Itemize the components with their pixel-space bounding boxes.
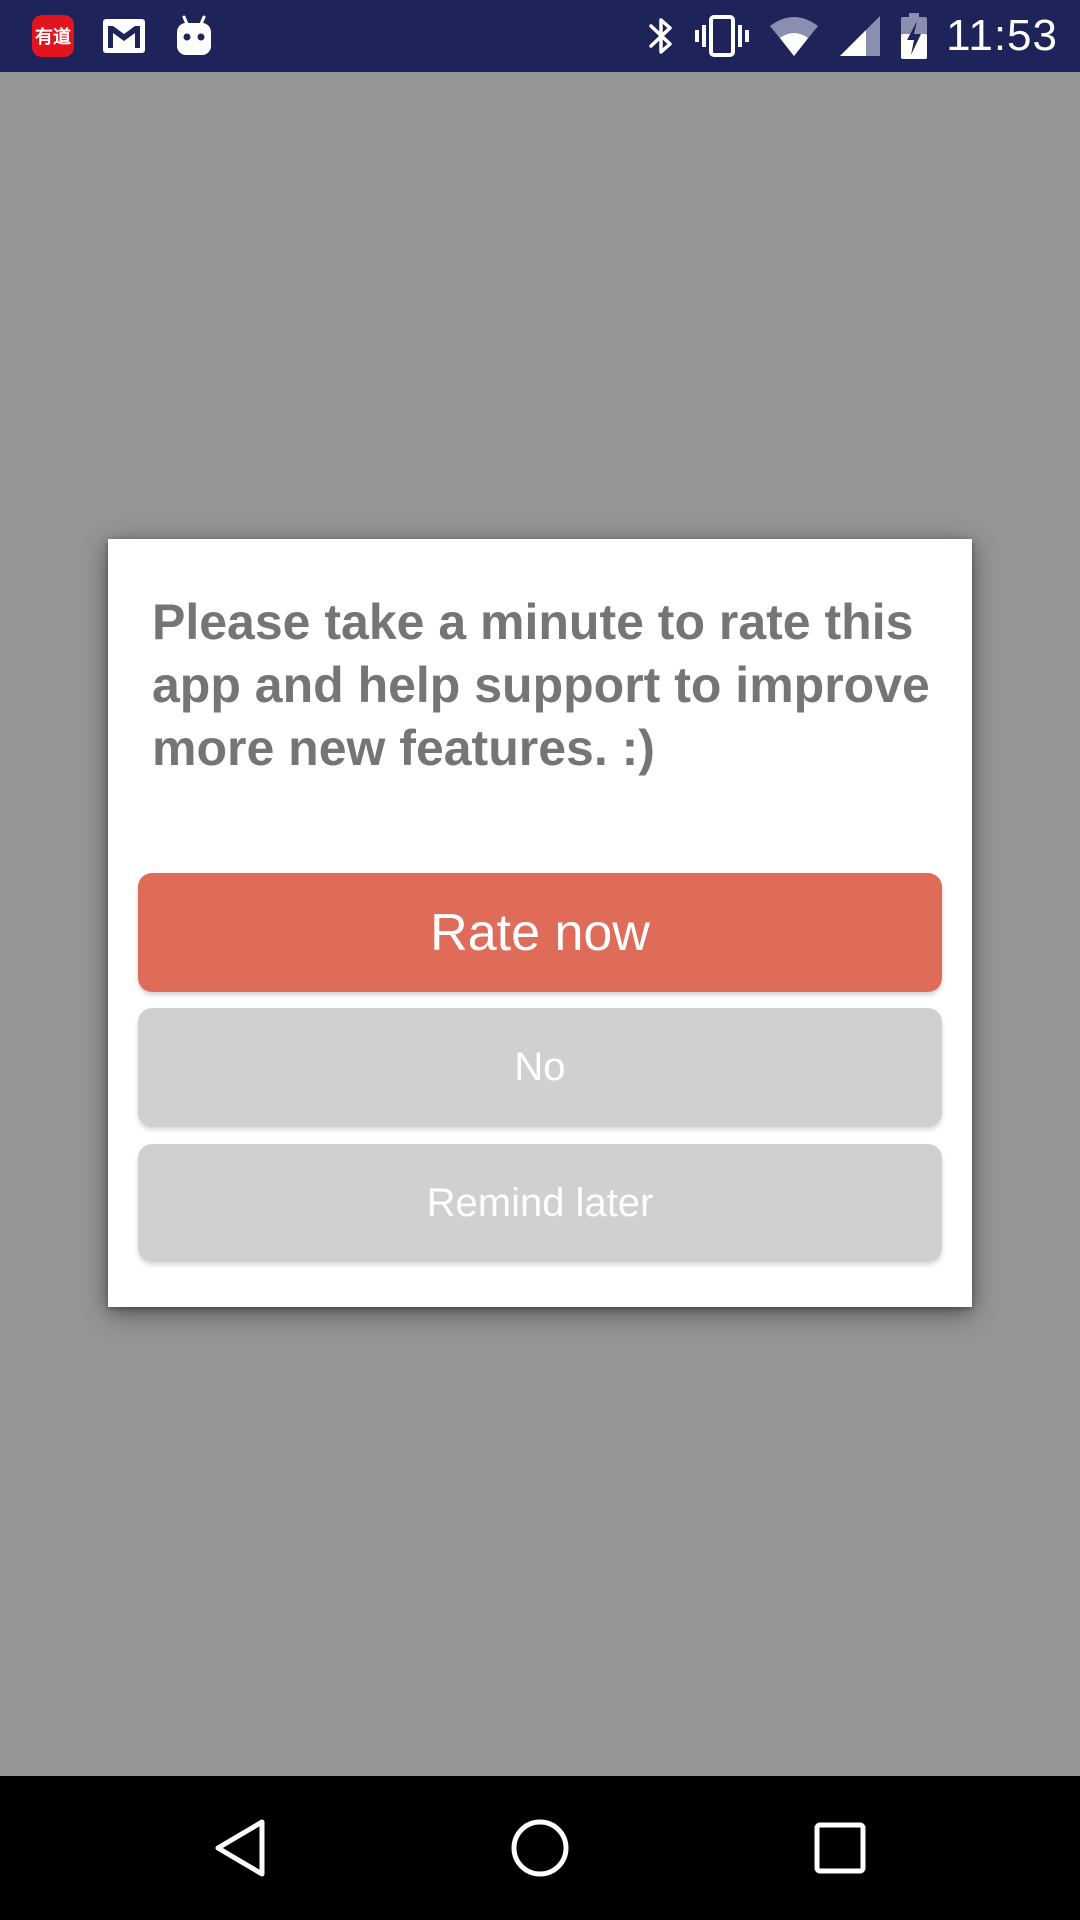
bluetooth-icon — [646, 14, 676, 58]
screen: 有道 11:53 Please take a minute to rate th… — [0, 0, 1080, 1920]
android-robot-icon — [174, 15, 214, 57]
system-icons: 11:53 — [646, 0, 1058, 72]
navigation-bar — [0, 1776, 1080, 1920]
back-icon[interactable] — [200, 1812, 280, 1884]
youdao-icon: 有道 — [32, 15, 74, 57]
no-button[interactable]: No — [138, 1008, 942, 1127]
clock: 11:53 — [946, 11, 1058, 60]
battery-charging-icon — [900, 12, 928, 60]
cell-signal-icon — [838, 14, 882, 58]
home-icon[interactable] — [500, 1812, 580, 1884]
vibrate-icon — [694, 14, 750, 58]
gmail-icon — [102, 18, 146, 54]
rate-now-button[interactable]: Rate now — [138, 873, 942, 992]
recents-icon[interactable] — [800, 1812, 880, 1884]
dialog-message: Please take a minute to rate this app an… — [152, 594, 930, 776]
remind-later-button[interactable]: Remind later — [138, 1144, 942, 1262]
rate-dialog: Please take a minute to rate this app an… — [108, 539, 972, 1307]
status-bar: 有道 11:53 — [0, 0, 1080, 72]
wifi-icon — [768, 14, 820, 58]
notification-icons: 有道 — [32, 0, 214, 72]
